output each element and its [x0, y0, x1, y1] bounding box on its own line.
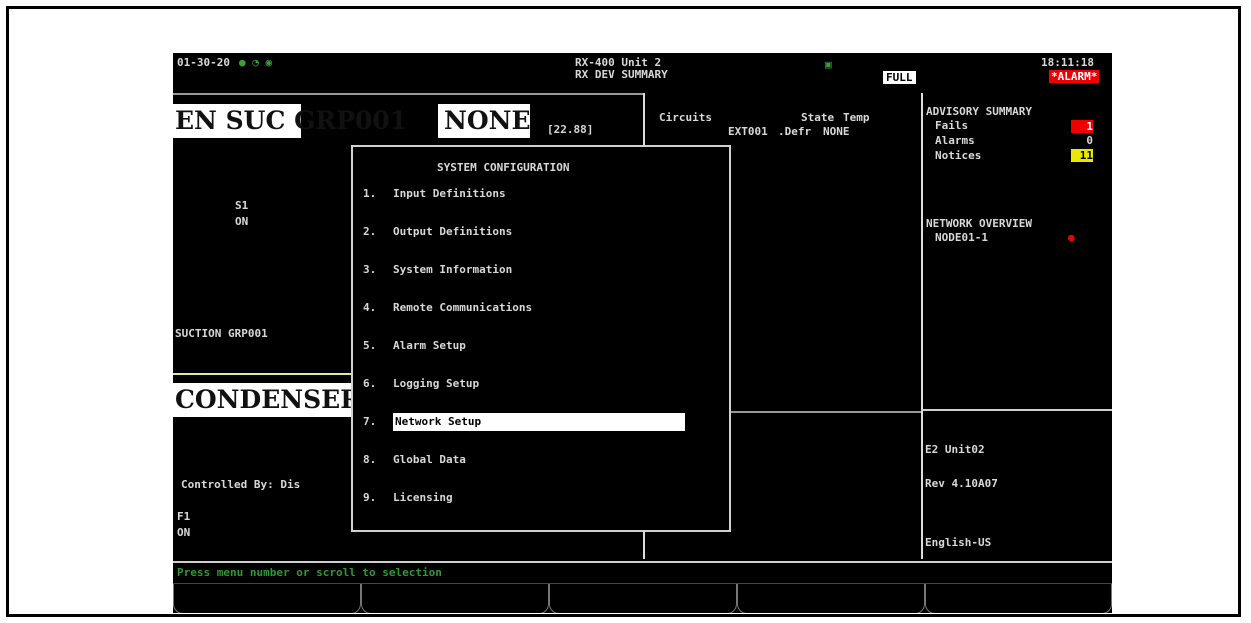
menu-item-label: Input Definitions: [393, 187, 506, 200]
notices-count[interactable]: 11: [1071, 149, 1093, 162]
circuits-header: Circuits: [659, 111, 712, 124]
group-title: EN SUC GRP001: [175, 106, 408, 135]
menu-item-label: Logging Setup: [393, 377, 480, 390]
menu-item-label: Remote Communications: [393, 301, 533, 314]
menu-item-label: Output Definitions: [393, 225, 513, 238]
screenshot-frame: 01-30-20 ● ◔ ◉ RX-400 Unit 2 RX DEV SUMM…: [6, 6, 1241, 617]
condenser-title-box: CONDENSER0: [173, 383, 378, 417]
menu-item-remote-communications[interactable]: 4. Remote Communications: [363, 299, 532, 317]
alarms-count[interactable]: 0: [1071, 134, 1093, 147]
function-key-f1[interactable]: [173, 584, 361, 613]
status-icons: ● ◔ ◉: [239, 56, 273, 69]
advisory-title: ADVISORY SUMMARY: [926, 105, 1032, 118]
notices-label: Notices: [935, 149, 982, 162]
menu-item-number: 1.: [363, 187, 377, 200]
function-key-bar: [173, 583, 1112, 613]
function-key-f4[interactable]: [737, 584, 925, 613]
menu-item-global-data[interactable]: 8. Global Data: [363, 451, 466, 469]
status-message: Press menu number or scroll to selection: [177, 566, 442, 579]
network-node[interactable]: NODE01-1: [935, 231, 988, 244]
network-overview-title: NETWORK OVERVIEW: [926, 217, 1032, 230]
header-screen-name: RX DEV SUMMARY: [575, 68, 668, 81]
circuit-row-state: .Defr: [778, 125, 812, 138]
condenser-title: CONDENSER0: [175, 385, 379, 414]
s1-state: ON: [235, 215, 249, 228]
firmware-revision: Rev 4.10A07: [925, 477, 998, 490]
circuit-row-temp: NONE: [823, 125, 850, 138]
s1-label: S1: [235, 199, 249, 212]
menu-title: SYSTEM CONFIGURATION: [437, 161, 570, 174]
menu-item-label: Global Data: [393, 453, 466, 466]
function-key-f3[interactable]: [549, 584, 737, 613]
alarms-label: Alarms: [935, 134, 975, 147]
controlled-by: Controlled By: Dis: [181, 478, 301, 491]
group-status: NONE: [444, 106, 531, 135]
menu-item-number: 5.: [363, 339, 377, 352]
menu-item-number: 2.: [363, 225, 377, 238]
suction-group-label[interactable]: SUCTION GRP001: [175, 327, 268, 340]
circuit-row-name[interactable]: EXT001: [728, 125, 768, 138]
menu-item-system-information[interactable]: 3. System Information: [363, 261, 512, 279]
mode-badge: FULL: [883, 71, 916, 84]
header-date: 01-30-20: [177, 56, 230, 69]
language: English-US: [925, 536, 992, 549]
menu-item-number: 3.: [363, 263, 377, 276]
menu-item-licensing[interactable]: 9. Licensing: [363, 489, 453, 507]
menu-item-number: 8.: [363, 453, 377, 466]
f1-label: F1: [177, 510, 191, 523]
group-status-box: NONE: [438, 104, 531, 138]
menu-item-label: Network Setup: [393, 413, 685, 431]
menu-item-label: System Information: [393, 263, 513, 276]
menu-item-number: 9.: [363, 491, 377, 504]
state-header: State: [801, 111, 835, 124]
node-status-icon: ●: [1068, 231, 1075, 244]
menu-item-number: 6.: [363, 377, 377, 390]
lock-icon: ▣: [825, 58, 832, 71]
group-title-box: EN SUC GRP001: [173, 104, 407, 138]
menu-item-alarm-setup[interactable]: 5. Alarm Setup: [363, 337, 466, 355]
menu-item-network-setup[interactable]: 7. Network Setup: [363, 413, 685, 431]
fails-count[interactable]: 1: [1071, 120, 1093, 133]
header-time: 18:11:18: [1041, 56, 1094, 69]
fails-label: Fails: [935, 119, 969, 132]
menu-item-logging-setup[interactable]: 6. Logging Setup: [363, 375, 479, 393]
menu-item-number: 7.: [363, 415, 377, 428]
unit-name: E2 Unit02: [925, 443, 985, 456]
menu-item-label: Alarm Setup: [393, 339, 466, 352]
menu-item-number: 4.: [363, 301, 377, 314]
temp-header: Temp: [843, 111, 870, 124]
controller-screen: 01-30-20 ● ◔ ◉ RX-400 Unit 2 RX DEV SUMM…: [173, 53, 1112, 613]
alarm-badge[interactable]: *ALARM*: [1049, 70, 1100, 83]
menu-item-label: Licensing: [393, 491, 453, 504]
function-key-f2[interactable]: [361, 584, 549, 613]
function-key-f5[interactable]: [925, 584, 1112, 613]
menu-item-output-definitions[interactable]: 2. Output Definitions: [363, 223, 512, 241]
group-value: [22.88]: [547, 123, 594, 136]
menu-item-input-definitions[interactable]: 1. Input Definitions: [363, 185, 506, 203]
system-configuration-menu: SYSTEM CONFIGURATION 1. Input Definitions…: [351, 145, 731, 532]
f1-state: ON: [177, 526, 191, 539]
